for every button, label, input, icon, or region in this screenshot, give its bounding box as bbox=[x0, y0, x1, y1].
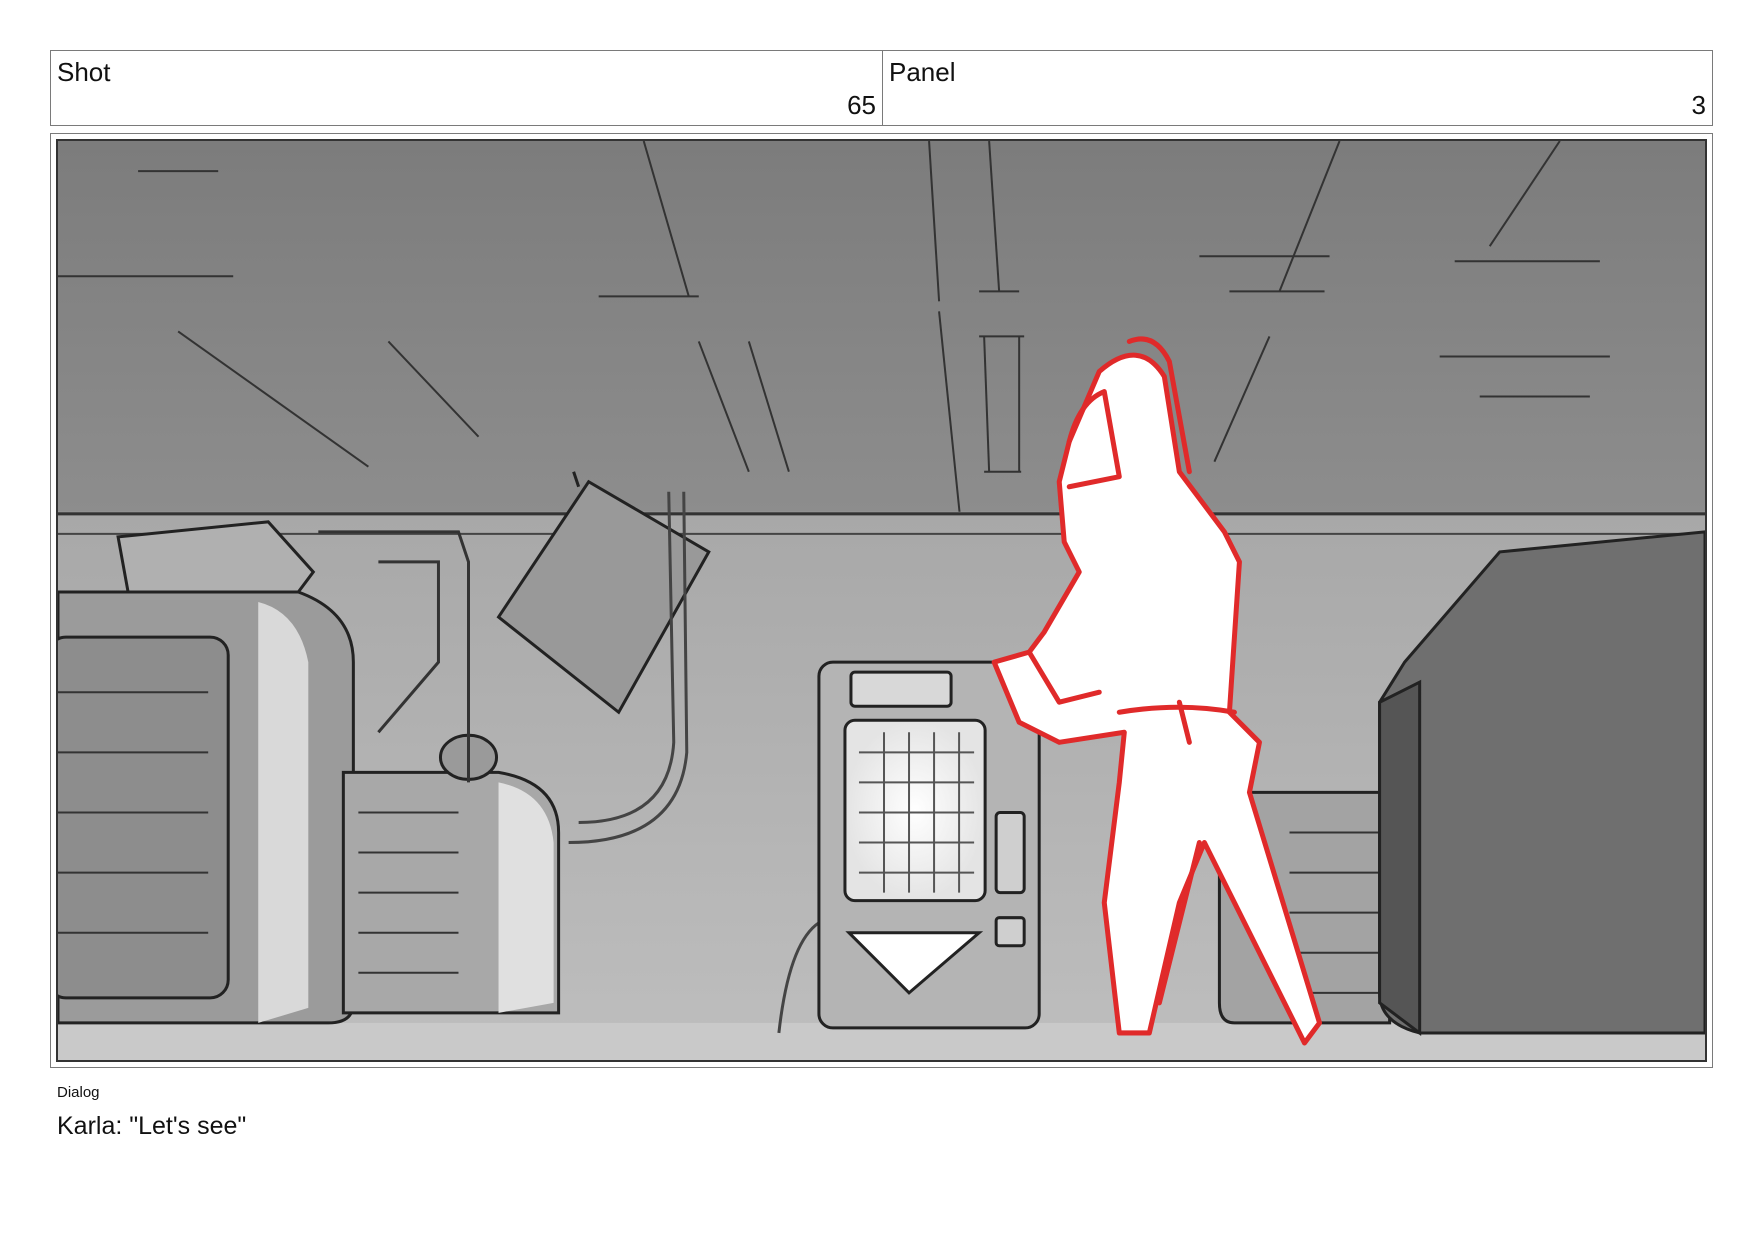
panel-label: Panel bbox=[889, 57, 956, 87]
shot-number: 65 bbox=[847, 90, 876, 120]
dialog-text: Karla: "Let's see" bbox=[57, 1112, 247, 1140]
shot-cell: Shot 65 bbox=[51, 51, 883, 125]
storyboard-sketch bbox=[58, 141, 1705, 1060]
panel-cell: Panel 3 bbox=[883, 51, 1712, 125]
shot-panel-header: Shot 65 Panel 3 bbox=[50, 50, 1713, 126]
dialog-label: Dialog bbox=[57, 1084, 100, 1101]
panel-number: 3 bbox=[1691, 90, 1706, 120]
ceiling bbox=[58, 141, 1705, 557]
left-locker bbox=[58, 520, 355, 1025]
vending-machine bbox=[817, 660, 1041, 1030]
storyboard-frame bbox=[50, 133, 1713, 1068]
shot-label: Shot bbox=[57, 57, 111, 87]
storyboard-drawing bbox=[56, 139, 1707, 1062]
